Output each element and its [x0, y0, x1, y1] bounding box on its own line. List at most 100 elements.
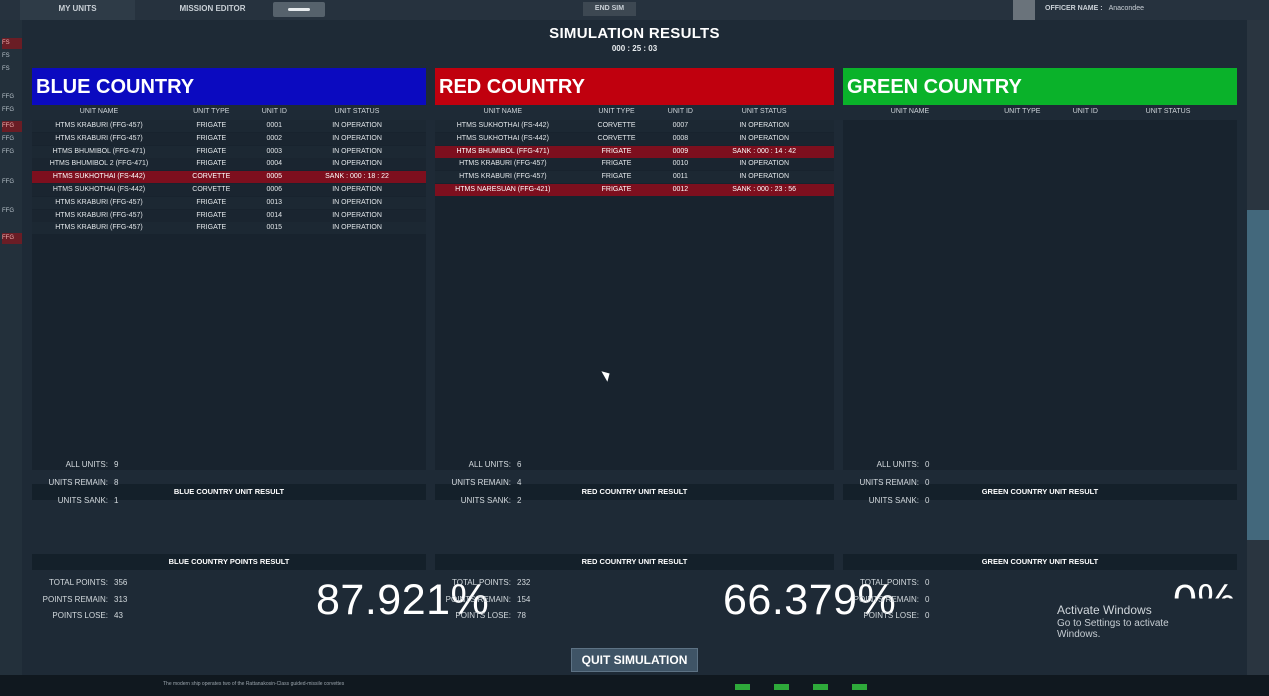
- sidebar-item[interactable]: FFG: [2, 92, 22, 103]
- table-row[interactable]: HTMS SUKHOTHAI (FS-442) CORVETTE 0008 IN OP…: [435, 132, 834, 145]
- stat-label: POINTS REMAIN:: [42, 595, 108, 604]
- table-row[interactable]: HTMS KRABURI (FFG-457) FRIGATE 0011 IN OPER…: [435, 171, 834, 184]
- cell-status: SANK : 000 : 23 : 56: [732, 186, 797, 193]
- stat-value: 154: [517, 595, 531, 604]
- sidebar-item[interactable]: FFG: [2, 121, 22, 132]
- cell-name: HTMS NARESUAN (FFG-421): [455, 186, 551, 193]
- unit-list-sidebar: FS FS FS FFG FFG FFG FFG FFG FFG FFG FFG: [0, 20, 22, 696]
- simulation-timer: 000 : 25 : 03: [611, 44, 658, 53]
- green-table-header: UNIT NAME UNIT TYPE UNIT ID UNIT STATUS: [843, 108, 1237, 118]
- cell-status: IN OPERATION: [332, 211, 382, 219]
- table-row[interactable]: HTMS KRABURI (FFG-457) FRIGATE 0015 IN OPER…: [32, 222, 426, 235]
- stat-value: 0: [925, 611, 930, 620]
- tab-mission-editor[interactable]: MISSION EDITOR: [160, 0, 265, 20]
- red-country-header: RED COUNTRY: [435, 68, 834, 105]
- stat-label: UNITS SANK:: [57, 496, 108, 505]
- cell-name: HTMS KRABURI (FFG-457): [55, 134, 143, 142]
- sidebar-item[interactable]: FFG: [2, 177, 22, 188]
- sidebar-item[interactable]: FS: [2, 38, 22, 49]
- sidebar-item[interactable]: FS: [2, 64, 22, 75]
- dialog-title: SIMULATION RESULTS: [549, 25, 720, 42]
- sidebar-item[interactable]: FFG: [2, 233, 22, 244]
- cell-status: IN OPERATION: [332, 122, 382, 129]
- table-row[interactable]: HTMS KRABURI (FFG-457) FRIGATE 0014 IN OPER…: [32, 209, 426, 222]
- sidebar-item[interactable]: FFG: [2, 134, 22, 145]
- sidebar-item[interactable]: FFG: [2, 147, 22, 158]
- table-row[interactable]: HTMS BHUMIBOL (FFG-471) FRIGATE 0009 SANK :…: [435, 145, 834, 158]
- cell-status: IN OPERATION: [332, 224, 382, 232]
- blue-table-header: UNIT NAME UNIT TYPE UNIT ID UNIT STATUS: [32, 108, 426, 118]
- officer-name: Anacondee: [1108, 5, 1144, 12]
- status-indicators: [735, 677, 891, 695]
- cell-status: IN OPERATION: [739, 160, 789, 168]
- cell-status: IN OPERATION: [332, 198, 382, 206]
- stat-label: ALL UNITS:: [876, 460, 919, 469]
- end-sim-button[interactable]: END SIM: [583, 2, 636, 16]
- sidebar-item[interactable]: FFG: [2, 206, 22, 217]
- column-header-name: UNIT NAME: [79, 108, 119, 115]
- table-row[interactable]: HTMS KRABURI (FFG-457) FRIGATE 0002 IN OPER…: [32, 132, 426, 145]
- column-header-name: UNIT NAME: [483, 108, 523, 115]
- table-row[interactable]: HTMS BHUMIBOL 2 (FFG-471) FRIGATE 0004 IN O…: [32, 158, 426, 171]
- table-row[interactable]: HTMS KRABURI (FFG-457) FRIGATE 0010 IN OPER…: [435, 158, 834, 171]
- stat-label: ALL UNITS:: [65, 460, 108, 469]
- table-row[interactable]: HTMS BHUMIBOL (FFG-471) FRIGATE 0003 IN OPE…: [32, 145, 426, 158]
- stat-value: 356: [114, 578, 128, 587]
- sidebar-item[interactable]: FS: [2, 51, 22, 62]
- green-units-sank-stat: UNITS SANK: 0: [843, 496, 1237, 508]
- stat-label: TOTAL POINTS:: [860, 578, 919, 587]
- stat-label: TOTAL POINTS:: [452, 578, 511, 587]
- green-points-result-title: GREEN COUNTRY UNIT RESULT: [843, 554, 1237, 570]
- column-header-status: UNIT STATUS: [334, 108, 380, 115]
- officer-label: OFFICER NAME :: [1045, 5, 1103, 12]
- cell-status: IN OPERATION: [739, 173, 789, 181]
- cell-name: HTMS SUKHOTHAI (FS-442): [456, 122, 549, 129]
- stat-label: POINTS REMAIN:: [445, 595, 511, 604]
- blue-units-remain-stat: UNITS REMAIN: 8: [32, 478, 426, 490]
- stat-value: 6: [517, 460, 522, 469]
- ship-icon-button[interactable]: [273, 2, 325, 17]
- cell-status: IN OPERATION: [332, 134, 382, 142]
- green-units-remain-stat: UNITS REMAIN: 0: [843, 478, 1237, 490]
- green-country-header: GREEN COUNTRY: [843, 68, 1237, 105]
- stat-label: UNITS REMAIN:: [451, 478, 511, 487]
- table-row[interactable]: HTMS SUKHOTHAI (FS-442) CORVETTE 0006 IN OP…: [32, 184, 426, 196]
- red-units-table: HTMS SUKHOTHAI (FS-442) CORVETTE 0007 IN OP…: [435, 120, 834, 470]
- cell-name: HTMS SUKHOTHAI (FS-442): [52, 173, 146, 181]
- stat-label: POINTS LOSE:: [455, 611, 511, 620]
- stat-value: 4: [517, 478, 522, 487]
- officer-avatar: [1013, 0, 1035, 20]
- cell-status: SANK : 000 : 18 : 22: [325, 173, 389, 181]
- stat-value: 8: [114, 478, 119, 487]
- column-header-status: UNIT STATUS: [1145, 108, 1191, 115]
- table-row[interactable]: HTMS KRABURI (FFG-457) FRIGATE 0001 IN OPER…: [32, 120, 426, 132]
- column-header-name: UNIT NAME: [890, 108, 930, 115]
- cell-name: HTMS KRABURI (FFG-457): [55, 198, 143, 206]
- cell-name: HTMS KRABURI (FFG-457): [55, 211, 143, 219]
- activate-subtitle: Go to Settings to activate Windows.: [1057, 618, 1169, 640]
- cell-name: HTMS BHUMIBOL (FFG-471): [456, 147, 550, 155]
- sidebar-item[interactable]: FFG: [2, 105, 22, 116]
- stat-value: 2: [517, 496, 522, 505]
- right-background-panel: [1246, 20, 1269, 696]
- stat-value: 0: [925, 496, 930, 505]
- table-row[interactable]: HTMS SUKHOTHAI (FS-442) CORVETTE 0007 IN OP…: [435, 120, 834, 132]
- table-row[interactable]: HTMS KRABURI (FFG-457) FRIGATE 0013 IN OPER…: [32, 196, 426, 209]
- red-units-sank-stat: UNITS SANK: 2: [435, 496, 834, 508]
- stat-value: 78: [517, 611, 526, 620]
- stat-value: 0: [925, 595, 930, 604]
- stat-value: 43: [114, 611, 123, 620]
- column-header-status: UNIT STATUS: [741, 108, 787, 115]
- activate-title: Activate Windows: [1057, 603, 1152, 617]
- cell-name: HTMS SUKHOTHAI (FS-442): [456, 134, 549, 142]
- sea-view: [1246, 210, 1269, 540]
- quit-simulation-button[interactable]: QUIT SIMULATION: [571, 648, 698, 672]
- cell-name: HTMS KRABURI (FFG-457): [459, 160, 547, 168]
- stat-value: 0: [925, 478, 930, 487]
- ship-caption: The modern ship operates two of the Ratt…: [163, 681, 345, 687]
- green-units-table: [843, 120, 1237, 470]
- table-row[interactable]: HTMS SUKHOTHAI (FS-442) CORVETTE 0005 SANK …: [32, 171, 426, 184]
- tab-my-units[interactable]: MY UNITS: [20, 0, 135, 20]
- stat-label: TOTAL POINTS:: [49, 578, 108, 587]
- table-row[interactable]: HTMS NARESUAN (FFG-421) FRIGATE 0012 SANK :…: [435, 184, 834, 196]
